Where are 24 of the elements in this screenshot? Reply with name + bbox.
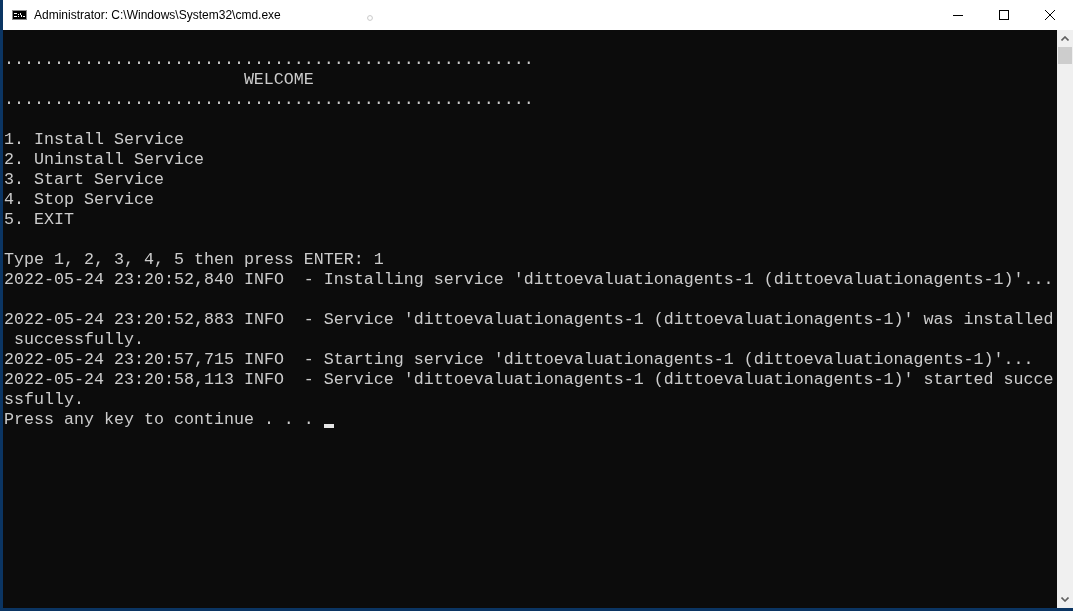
- log-line: 2022-05-24 23:20:52,840 INFO - Installing service 'dittoevaluationagents-1 (dittoevaluationagents-1)'...: [4, 270, 1054, 290]
- close-icon: [1045, 10, 1055, 20]
- ring-icon: [366, 15, 373, 21]
- log-line: 2022-05-24 23:20:57,715 INFO - Starting service 'dittoevaluationagents-1 (dittoevaluationagents-1)'...: [4, 350, 1034, 370]
- log-line: 2022-05-24 23:20:58,113 INFO - Service 'dittoevaluationagents-1 (dittoevaluationagents-1)' started successfully.: [4, 370, 1054, 410]
- scrollbar-track[interactable]: [1057, 30, 1073, 608]
- continue-prompt: Press any key to continue . . .: [4, 410, 314, 430]
- menu-option: 2. Uninstall Service: [4, 150, 204, 170]
- console-icon: [12, 10, 27, 20]
- menu-option: 4. Stop Service: [4, 190, 154, 210]
- menu-option: 1. Install Service: [4, 130, 184, 150]
- scrollbar-thumb[interactable]: [1058, 47, 1072, 64]
- window-title: Administrator: C:\Windows\System32\cmd.exe: [34, 8, 281, 22]
- chevron-down-icon: [1061, 597, 1069, 602]
- log-line: 2022-05-24 23:20:52,883 INFO - Service 'dittoevaluationagents-1 (dittoevaluationagents-1)' was installed successfully.: [4, 310, 1054, 350]
- dotted-separator: .....................................................: [4, 50, 534, 70]
- chevron-up-icon: [1061, 36, 1069, 41]
- input-prompt: Type 1, 2, 3, 4, 5 then press ENTER: 1: [4, 250, 384, 270]
- maximize-icon: [999, 10, 1009, 20]
- menu-option: 5. EXIT: [4, 210, 74, 230]
- minimize-icon: [953, 14, 963, 16]
- dotted-separator: .....................................................: [4, 90, 534, 110]
- welcome-heading: WELCOME: [243, 70, 314, 90]
- menu-option: 3. Start Service: [4, 170, 164, 190]
